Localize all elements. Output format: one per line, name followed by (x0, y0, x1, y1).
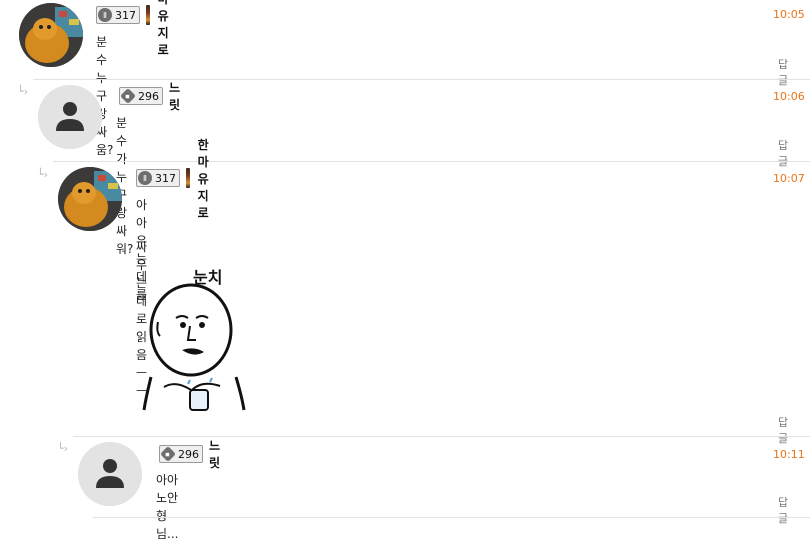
level-icon: Ⅱ (98, 8, 112, 22)
avatar[interactable] (78, 442, 142, 506)
level-number: 296 (178, 447, 199, 461)
level-number: 296 (138, 89, 159, 103)
nickname[interactable]: 한마유지로 (158, 0, 176, 58)
timestamp: 10:05 (773, 8, 805, 21)
avatar-photo-icon (58, 167, 122, 231)
reply-button[interactable]: 답글 (778, 56, 788, 88)
avatar[interactable] (58, 167, 122, 231)
comment-text: 아아 노안 형님... (156, 473, 179, 541)
user-silhouette-icon (38, 85, 102, 149)
level-badge: Ⅱ 317 (136, 169, 180, 187)
nickname[interactable]: 한마유지로 (198, 136, 216, 221)
divider (73, 436, 810, 437)
level-number: 317 (115, 8, 136, 22)
reply-arrow-icon: └› (57, 442, 69, 455)
avatar[interactable] (19, 3, 83, 67)
reply-button[interactable]: 답글 (778, 494, 788, 526)
divider (33, 79, 810, 80)
level-badge: ◆ 296 (159, 445, 203, 463)
avatar-photo-icon (19, 3, 83, 67)
rank-badge-icon (146, 5, 150, 25)
comment-text: 분수 누구랑싸움? (96, 35, 114, 157)
user-silhouette-icon (78, 442, 142, 506)
reply-arrow-icon: └› (37, 168, 49, 181)
level-icon: ◆ (160, 446, 176, 462)
level-icon: Ⅱ (138, 171, 152, 185)
nickname[interactable]: 느릿 (209, 437, 220, 471)
rank-badge-icon (186, 168, 190, 188)
sticker-caption: 눈치 (193, 268, 223, 287)
level-number: 317 (155, 171, 176, 185)
divider (93, 517, 810, 518)
timestamp: 10:06 (773, 90, 805, 103)
level-icon: ◆ (120, 88, 136, 104)
timestamp: 10:07 (773, 172, 805, 185)
reply-button[interactable]: 답글 (778, 414, 788, 446)
sticker-image: 눈치 (136, 262, 246, 412)
reply-arrow-icon: └› (17, 85, 29, 98)
level-badge: ◆ 296 (119, 87, 163, 105)
level-badge: Ⅱ 317 (96, 6, 140, 24)
sweating-face-sticker-icon (142, 283, 246, 411)
timestamp: 10:11 (773, 448, 805, 461)
reply-button[interactable]: 답글 (778, 137, 788, 169)
nickname[interactable]: 느릿 (169, 79, 180, 113)
avatar[interactable] (38, 85, 102, 149)
divider (53, 161, 810, 162)
